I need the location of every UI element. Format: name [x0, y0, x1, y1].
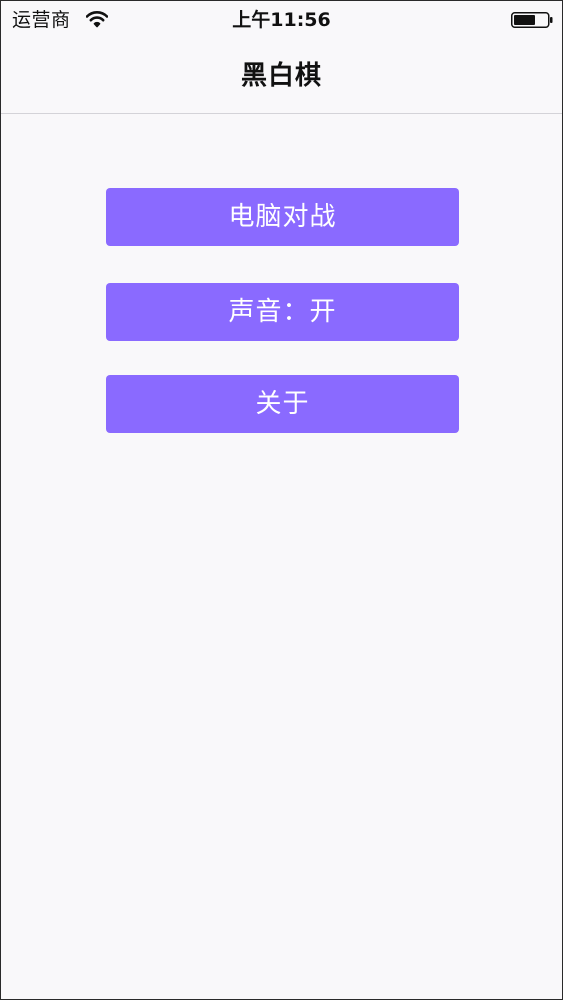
battery-icon: [511, 12, 553, 28]
navigation-bar: 黑白棋: [1, 41, 562, 114]
status-bar: 运营商 上午11:56: [1, 1, 562, 41]
sound-toggle-button[interactable]: 声音：开: [106, 283, 459, 341]
computer-battle-button[interactable]: 电脑对战: [106, 188, 459, 246]
status-time: 上午11:56: [232, 9, 331, 31]
page-title: 黑白棋: [240, 61, 322, 91]
about-button[interactable]: 关于: [106, 375, 459, 433]
